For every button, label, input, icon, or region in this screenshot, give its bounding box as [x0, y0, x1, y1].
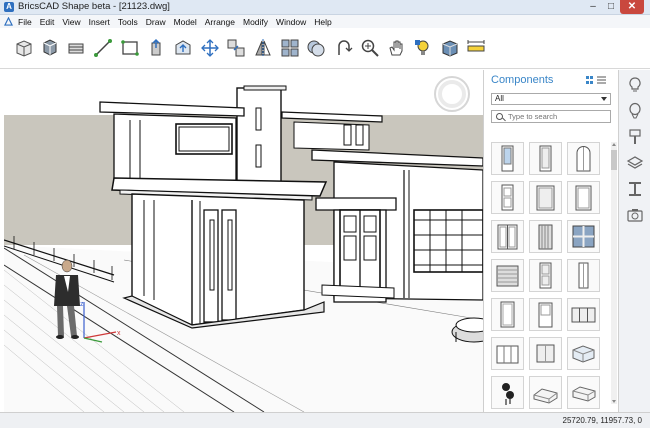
mirror-icon[interactable]: [253, 38, 273, 58]
beam-icon[interactable]: [626, 180, 644, 198]
chevron-down-icon: [601, 97, 607, 101]
pan-icon[interactable]: [386, 38, 406, 58]
component-garage-door[interactable]: [491, 259, 524, 292]
minimize-button[interactable]: –: [584, 0, 602, 14]
menu-bar: File Edit View Insert Tools Draw Model A…: [0, 15, 650, 28]
zoom-icon[interactable]: [360, 38, 380, 58]
material-icon[interactable]: [440, 38, 460, 58]
title-bar: A BricsCAD Shape beta - [21123.dwg] – □ …: [0, 0, 650, 15]
rotate-icon[interactable]: [333, 38, 353, 58]
component-door-double[interactable]: [491, 220, 524, 253]
model-viewport[interactable]: z x: [4, 70, 483, 412]
menu-file[interactable]: File: [18, 17, 32, 27]
move-icon[interactable]: [200, 38, 220, 58]
menu-arrange[interactable]: Arrange: [205, 17, 235, 27]
menu-draw[interactable]: Draw: [146, 17, 166, 27]
component-door-glass[interactable]: [491, 142, 524, 175]
array-icon[interactable]: [280, 38, 300, 58]
menu-tools[interactable]: Tools: [118, 17, 138, 27]
panel-rail: [618, 70, 650, 412]
component-door-slatted[interactable]: [529, 220, 562, 253]
extrude-icon[interactable]: [66, 38, 86, 58]
component-person-figure[interactable]: [491, 376, 524, 409]
svg-text:x: x: [117, 330, 121, 337]
component-door-narrow[interactable]: [529, 259, 562, 292]
component-profile-angle[interactable]: [529, 376, 562, 409]
house-model-drawing: z x: [4, 70, 483, 412]
svg-text:z: z: [80, 301, 84, 308]
push-pull-icon[interactable]: [147, 38, 167, 58]
component-block-3d[interactable]: [567, 337, 600, 370]
bulb-icon[interactable]: [626, 76, 644, 94]
brush-icon[interactable]: [626, 128, 644, 146]
dimension-icon[interactable]: [466, 38, 486, 58]
component-door-framed[interactable]: [567, 181, 600, 214]
component-search[interactable]: [491, 110, 611, 123]
component-window-four-pane[interactable]: [567, 220, 600, 253]
category-select[interactable]: All: [491, 93, 611, 105]
box-icon[interactable]: [14, 38, 34, 58]
cursor-coordinates: 25720.79, 11957.73, 0: [562, 416, 642, 425]
component-grid: [491, 142, 603, 409]
menu-model[interactable]: Model: [174, 17, 197, 27]
status-bar: 25720.79, 11957.73, 0: [0, 412, 650, 428]
window-title: BricsCAD Shape beta - [21123.dwg]: [18, 1, 170, 12]
component-door-wide[interactable]: [529, 298, 562, 331]
search-input[interactable]: [508, 111, 608, 122]
face-icon[interactable]: [173, 38, 193, 58]
close-button[interactable]: ✕: [620, 0, 644, 14]
menu-window[interactable]: Window: [276, 17, 306, 27]
grid-view-icon[interactable]: [586, 76, 594, 84]
menu-view[interactable]: View: [62, 17, 80, 27]
category-select-value: All: [495, 94, 504, 103]
view-toggle: [586, 76, 606, 84]
upper-window: [175, 123, 233, 155]
component-door-single[interactable]: [491, 181, 524, 214]
menu-modify[interactable]: Modify: [243, 17, 268, 27]
scroll-down-icon[interactable]: [612, 400, 616, 403]
component-door-arched[interactable]: [567, 142, 600, 175]
union-icon[interactable]: [306, 38, 326, 58]
components-panel: Components All: [483, 70, 618, 412]
app-menu-icon[interactable]: [4, 17, 13, 26]
menu-help[interactable]: Help: [314, 17, 331, 27]
cylinder-icon[interactable]: [40, 38, 60, 58]
component-door-double-panel[interactable]: [529, 181, 562, 214]
component-door-panel[interactable]: [529, 142, 562, 175]
maximize-button[interactable]: □: [602, 0, 620, 14]
component-door-tall[interactable]: [567, 259, 600, 292]
component-profile-channel[interactable]: [567, 376, 600, 409]
scroll-up-icon[interactable]: [612, 143, 616, 146]
list-view-icon[interactable]: [597, 76, 606, 84]
component-door-cabinet[interactable]: [491, 337, 524, 370]
camera-icon[interactable]: [626, 206, 644, 224]
app-logo-icon: A: [4, 2, 14, 12]
light-icon[interactable]: [413, 38, 433, 58]
balloon-icon[interactable]: [626, 102, 644, 120]
line-icon[interactable]: [93, 38, 113, 58]
component-window-triple[interactable]: [567, 298, 600, 331]
layers-icon[interactable]: [626, 154, 644, 172]
rectangle-icon[interactable]: [120, 38, 140, 58]
copy-icon[interactable]: [226, 38, 246, 58]
component-door-plain[interactable]: [491, 298, 524, 331]
main-toolbar: [0, 28, 650, 69]
panel-title: Components: [491, 74, 554, 86]
menu-insert[interactable]: Insert: [89, 17, 110, 27]
window-controls: – □ ✕: [584, 0, 644, 14]
search-icon: [496, 113, 503, 120]
scrollbar-thumb[interactable]: [611, 150, 617, 170]
component-door-square[interactable]: [529, 337, 562, 370]
component-scrollbar[interactable]: [611, 142, 617, 404]
menu-edit[interactable]: Edit: [40, 17, 55, 27]
